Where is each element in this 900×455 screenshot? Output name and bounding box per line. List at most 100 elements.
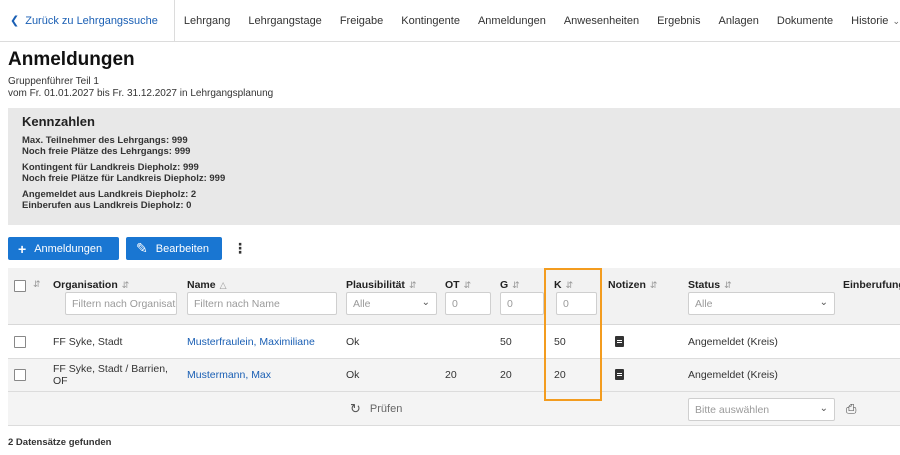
tab-dokumente[interactable]: Dokumente (768, 15, 842, 27)
table-row[interactable]: FF Syke, Stadt / Barrien, OF Mustermann,… (8, 359, 900, 392)
column-name[interactable]: Name △ (187, 279, 227, 291)
plausibilitaet-cell: Ok (346, 369, 360, 381)
pruefen-button[interactable]: ↻ Prüfen (350, 401, 402, 417)
column-g-label: G (500, 279, 509, 291)
select-all-checkbox[interactable] (14, 280, 26, 292)
column-plausibilitaet[interactable]: Plausibilität ⇵ (346, 279, 416, 291)
pruefen-label: Prüfen (369, 403, 403, 415)
print-icon[interactable]: ⎙ (846, 401, 856, 417)
edit-button-label: Bearbeiten (155, 242, 209, 255)
status-cell: Angemeldet (Kreis) (688, 369, 778, 381)
document-icon[interactable] (615, 369, 624, 380)
status-filter-value: Alle (695, 298, 713, 310)
tab-historie-label: Historie (851, 14, 889, 27)
k-cell: 50 (554, 336, 566, 348)
chevron-down-icon: ⌄ (421, 297, 430, 308)
tab-ergebnis[interactable]: Ergebnis (648, 15, 709, 27)
chevron-down-icon: ⌄ (892, 15, 900, 26)
plausibilitaet-cell: Ok (346, 336, 360, 348)
sort-icon: ⇵ (408, 280, 417, 290)
column-name-label: Name (187, 279, 216, 291)
sort-icon: ⇵ (463, 280, 472, 290)
status-filter-select[interactable]: Alle ⌄ (688, 292, 835, 315)
course-period: vom Fr. 01.01.2027 bis Fr. 31.12.2027 in… (8, 88, 274, 99)
column-einberufung-label: Einberufung (843, 279, 900, 291)
g-filter-input[interactable]: 0 (500, 292, 544, 315)
column-status-label: Status (688, 279, 721, 291)
kennzahl-line: Kontingent für Landkreis Diepholz: 999 (22, 162, 199, 173)
sort-icon: ⇵ (724, 280, 732, 290)
status-cell: Angemeldet (Kreis) (688, 336, 778, 348)
tab-lehrgangstage[interactable]: Lehrgangstage (239, 15, 330, 27)
tab-lehrgang[interactable]: Lehrgang (175, 15, 240, 27)
organisation-filter-input[interactable]: Filtern nach Organisatic (65, 292, 177, 315)
column-organisation[interactable]: Organisation ⇵ (53, 279, 129, 291)
g-cell: 20 (500, 369, 512, 381)
column-k[interactable]: K ⇵ (554, 279, 573, 291)
k-cell: 20 (554, 369, 566, 381)
top-navigation: ❮ Zurück zu Lehrgangssuche Lehrgang Lehr… (0, 0, 900, 42)
chevron-left-icon: ❮ (10, 15, 20, 27)
table-footer-row: ↻ Prüfen Bitte auswählen ⌄ ⎙ (8, 392, 900, 426)
refresh-icon: ↻ (350, 401, 361, 416)
table-row[interactable]: FF Syke, Stadt Musterfraulein, Maximilia… (8, 326, 900, 359)
name-link[interactable]: Mustermann, Max (187, 369, 271, 381)
name-filter-input[interactable]: Filtern nach Name (187, 292, 337, 315)
result-count: 2 Datensätze gefunden (8, 437, 112, 448)
tab-anmeldungen[interactable]: Anmeldungen (469, 15, 555, 27)
sort-icon: ⇵ (512, 280, 520, 290)
kennzahl-line: Max. Teilnehmer des Lehrgangs: 999 (22, 135, 188, 146)
more-options-icon[interactable]: ⋮ (233, 240, 247, 257)
name-link[interactable]: Musterfraulein, Maximiliane (187, 336, 315, 348)
table-header: ⇵ Organisation ⇵ Filtern nach Organisatic… (8, 268, 900, 325)
sort-icon: ⇵ (649, 280, 658, 290)
kennzahl-line: Einberufen aus Landkreis Diepholz: 0 (22, 200, 192, 211)
add-anmeldung-button[interactable]: + Anmeldungen (8, 237, 119, 260)
column-status[interactable]: Status ⇵ (688, 279, 732, 291)
bulk-action-select[interactable]: Bitte auswählen ⌄ (688, 398, 835, 421)
bulk-action-placeholder: Bitte auswählen (695, 404, 770, 416)
document-icon[interactable] (615, 336, 624, 347)
add-anmeldung-label: Anmeldungen (34, 242, 103, 255)
k-filter-input[interactable]: 0 (556, 292, 597, 315)
plausibilitaet-filter-value: Alle (353, 298, 371, 310)
column-ot-label: OT (445, 279, 460, 291)
edit-button[interactable]: ✎ Bearbeiten (126, 237, 222, 260)
course-name: Gruppenführer Teil 1 (8, 76, 99, 87)
tab-anlagen[interactable]: Anlagen (710, 15, 768, 27)
kennzahlen-panel: Kennzahlen Max. Teilnehmer des Lehrgangs… (8, 108, 900, 225)
back-link-label: Zurück zu Lehrgangssuche (25, 14, 158, 27)
column-notizen-label: Notizen (608, 279, 646, 291)
organisation-cell: FF Syke, Stadt (53, 336, 123, 348)
plausibilitaet-filter-select[interactable]: Alle ⌄ (346, 292, 437, 315)
page-title: Anmeldungen (8, 49, 135, 70)
back-link[interactable]: ❮ Zurück zu Lehrgangssuche (0, 0, 175, 42)
sort-asc-icon: △ (219, 280, 227, 290)
sort-icon: ⇵ (121, 280, 130, 290)
ot-cell: 20 (445, 369, 457, 381)
tab-freigabe[interactable]: Freigabe (331, 15, 392, 27)
row-checkbox[interactable] (14, 336, 26, 348)
sort-icon[interactable]: ⇵ (33, 279, 41, 290)
row-checkbox[interactable] (14, 369, 26, 381)
ot-filter-input[interactable]: 0 (445, 292, 491, 315)
column-organisation-label: Organisation (53, 279, 118, 291)
organisation-cell: FF Syke, Stadt / Barrien, OF (53, 363, 168, 387)
plus-icon: + (18, 240, 27, 257)
tab-anwesenheiten[interactable]: Anwesenheiten (555, 15, 648, 27)
column-g[interactable]: G ⇵ (500, 279, 520, 291)
kennzahl-line: Angemeldet aus Landkreis Diepholz: 2 (22, 189, 197, 200)
sort-icon: ⇵ (565, 280, 574, 290)
column-plausibilitaet-label: Plausibilität (346, 279, 405, 291)
column-k-label: K (554, 279, 562, 291)
chevron-down-icon: ⌄ (819, 297, 828, 308)
column-notizen[interactable]: Notizen ⇵ (608, 279, 657, 291)
tab-historie[interactable]: Historie ⌄ (842, 15, 900, 27)
kennzahl-line: Noch freie Plätze des Lehrgangs: 999 (22, 146, 191, 157)
column-ot[interactable]: OT ⇵ (445, 279, 471, 291)
g-cell: 50 (500, 336, 512, 348)
pencil-icon: ✎ (136, 240, 148, 256)
column-einberufung[interactable]: Einberufung (843, 279, 900, 291)
tab-kontingente[interactable]: Kontingente (392, 15, 469, 27)
chevron-down-icon: ⌄ (819, 403, 828, 414)
